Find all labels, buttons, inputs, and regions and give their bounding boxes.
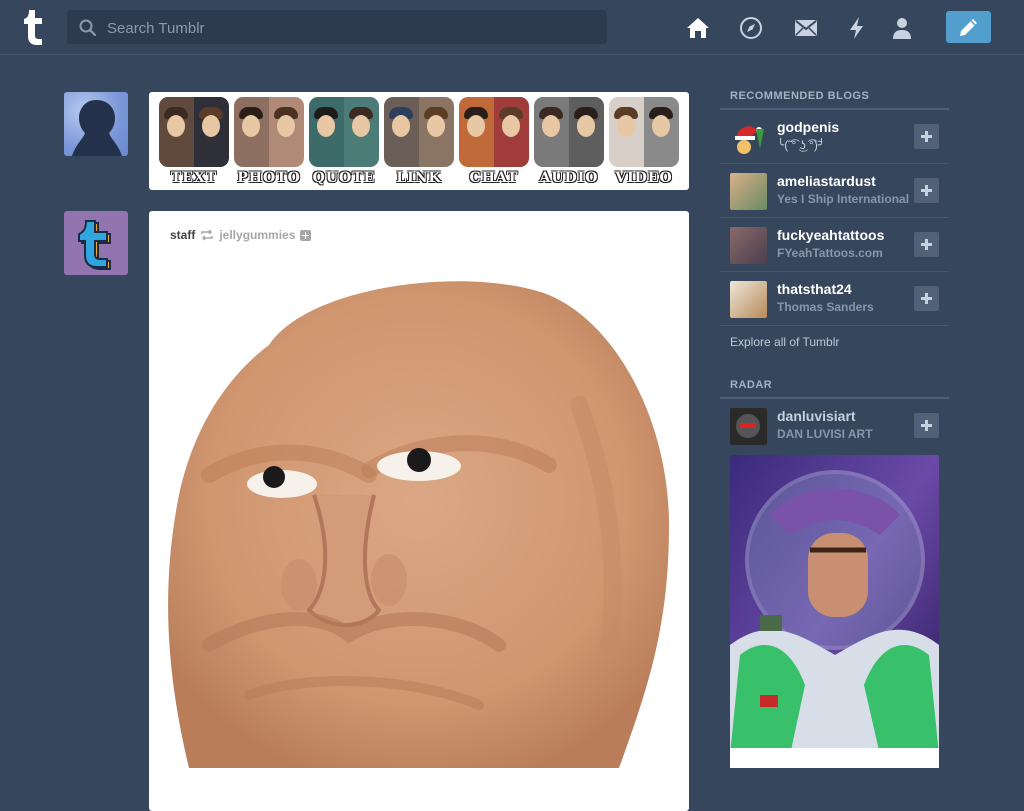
- default-avatar-silhouette: [72, 100, 122, 156]
- my-avatar[interactable]: [64, 92, 128, 156]
- blog-subtitle: FYeahTattoos.com: [777, 246, 883, 260]
- type-label: PHOTO: [237, 170, 301, 186]
- type-thumbnail: [159, 97, 229, 167]
- recommended-blog-item[interactable]: ameliastardust Yes I Ship International: [720, 164, 949, 218]
- follow-button[interactable]: [914, 286, 939, 311]
- post-card: staff jellygummies: [149, 211, 689, 811]
- recommended-blog-item[interactable]: fuckyeahtattoos FYeahTattoos.com: [720, 218, 949, 272]
- search-bar[interactable]: [67, 10, 607, 46]
- radar-blog-item[interactable]: danluvisiart DAN LUVISI ART: [720, 399, 949, 452]
- post-photo-face[interactable]: [149, 265, 689, 768]
- robot-helmet-icon: [736, 414, 760, 438]
- radar-post-footer: [730, 748, 939, 768]
- post-type-link[interactable]: LINK: [382, 96, 454, 186]
- type-thumbnail: [309, 97, 379, 167]
- compose-button[interactable]: [946, 11, 991, 43]
- tumblr-logo[interactable]: [18, 8, 48, 46]
- post-header: staff jellygummies: [170, 226, 312, 244]
- blog-subtitle: DAN LUVISI ART: [777, 427, 873, 441]
- blog-subtitle: ╰(̃ ͡° ͜ʖ ͡°)̃╯: [777, 138, 826, 152]
- type-label: CHAT: [469, 170, 519, 186]
- mail-icon[interactable]: [794, 16, 818, 40]
- post-type-quote[interactable]: QUOTE: [307, 96, 379, 186]
- post-type-audio[interactable]: AUDIO: [532, 96, 604, 186]
- blog-name: godpenis: [777, 119, 840, 135]
- radar-title: RADAR: [730, 379, 773, 391]
- compass-icon[interactable]: [739, 16, 763, 40]
- post-author-link[interactable]: staff: [170, 228, 195, 242]
- blog-name: danluvisiart: [777, 408, 856, 424]
- type-thumbnail: [609, 97, 679, 167]
- recommended-blog-item[interactable]: godpenis ╰(̃ ͡° ͜ʖ ͡°)̃╯: [720, 110, 949, 164]
- post-type-bar: TEXT PHOTO QUOTE LINK CHAT AUDIO VIDEO: [149, 92, 689, 190]
- search-icon: [79, 19, 96, 36]
- blog-subtitle: Thomas Sanders: [777, 300, 874, 314]
- account-icon[interactable]: [890, 16, 914, 40]
- search-input[interactable]: [105, 10, 589, 46]
- recommended-blog-item[interactable]: thatsthat24 Thomas Sanders: [720, 272, 949, 326]
- santa-hat-icon: [735, 126, 764, 154]
- blog-avatar: [730, 227, 767, 264]
- recommended-blogs-title: RECOMMENDED BLOGS: [730, 90, 870, 102]
- tumblr-t-icon: [78, 220, 111, 270]
- reblog-icon: [201, 229, 214, 241]
- follow-button[interactable]: [914, 178, 939, 203]
- type-thumbnail: [234, 97, 304, 167]
- type-label: TEXT: [170, 170, 218, 186]
- pencil-icon: [960, 19, 977, 36]
- type-thumbnail: [384, 97, 454, 167]
- reblogged-from-link[interactable]: jellygummies: [219, 228, 295, 242]
- type-thumbnail: [459, 97, 529, 167]
- type-thumbnail: [534, 97, 604, 167]
- explore-link[interactable]: Explore all of Tumblr: [730, 335, 839, 349]
- top-bar: [0, 0, 1024, 55]
- type-label: QUOTE: [312, 170, 376, 186]
- radar-post-image[interactable]: [730, 455, 939, 755]
- blog-avatar: [730, 119, 767, 156]
- home-icon[interactable]: [686, 16, 710, 40]
- blog-avatar: [730, 281, 767, 318]
- follow-button[interactable]: [914, 232, 939, 257]
- type-label: VIDEO: [615, 170, 673, 186]
- type-label: LINK: [396, 170, 442, 186]
- follow-button[interactable]: [914, 124, 939, 149]
- blog-name: fuckyeahtattoos: [777, 227, 885, 243]
- follow-blog-button[interactable]: [300, 229, 312, 241]
- blog-avatar: [730, 173, 767, 210]
- post-type-video[interactable]: VIDEO: [607, 96, 679, 186]
- blog-name: ameliastardust: [777, 173, 876, 189]
- post-type-photo[interactable]: PHOTO: [232, 96, 304, 186]
- staff-avatar[interactable]: [64, 211, 128, 275]
- follow-button[interactable]: [914, 413, 939, 438]
- blog-subtitle: Yes I Ship International: [777, 192, 909, 206]
- post-type-text[interactable]: TEXT: [157, 96, 229, 186]
- lightning-icon[interactable]: [845, 16, 869, 40]
- type-label: AUDIO: [539, 170, 599, 186]
- blog-name: thatsthat24: [777, 281, 852, 297]
- blog-avatar: [730, 408, 767, 445]
- post-type-chat[interactable]: CHAT: [457, 96, 529, 186]
